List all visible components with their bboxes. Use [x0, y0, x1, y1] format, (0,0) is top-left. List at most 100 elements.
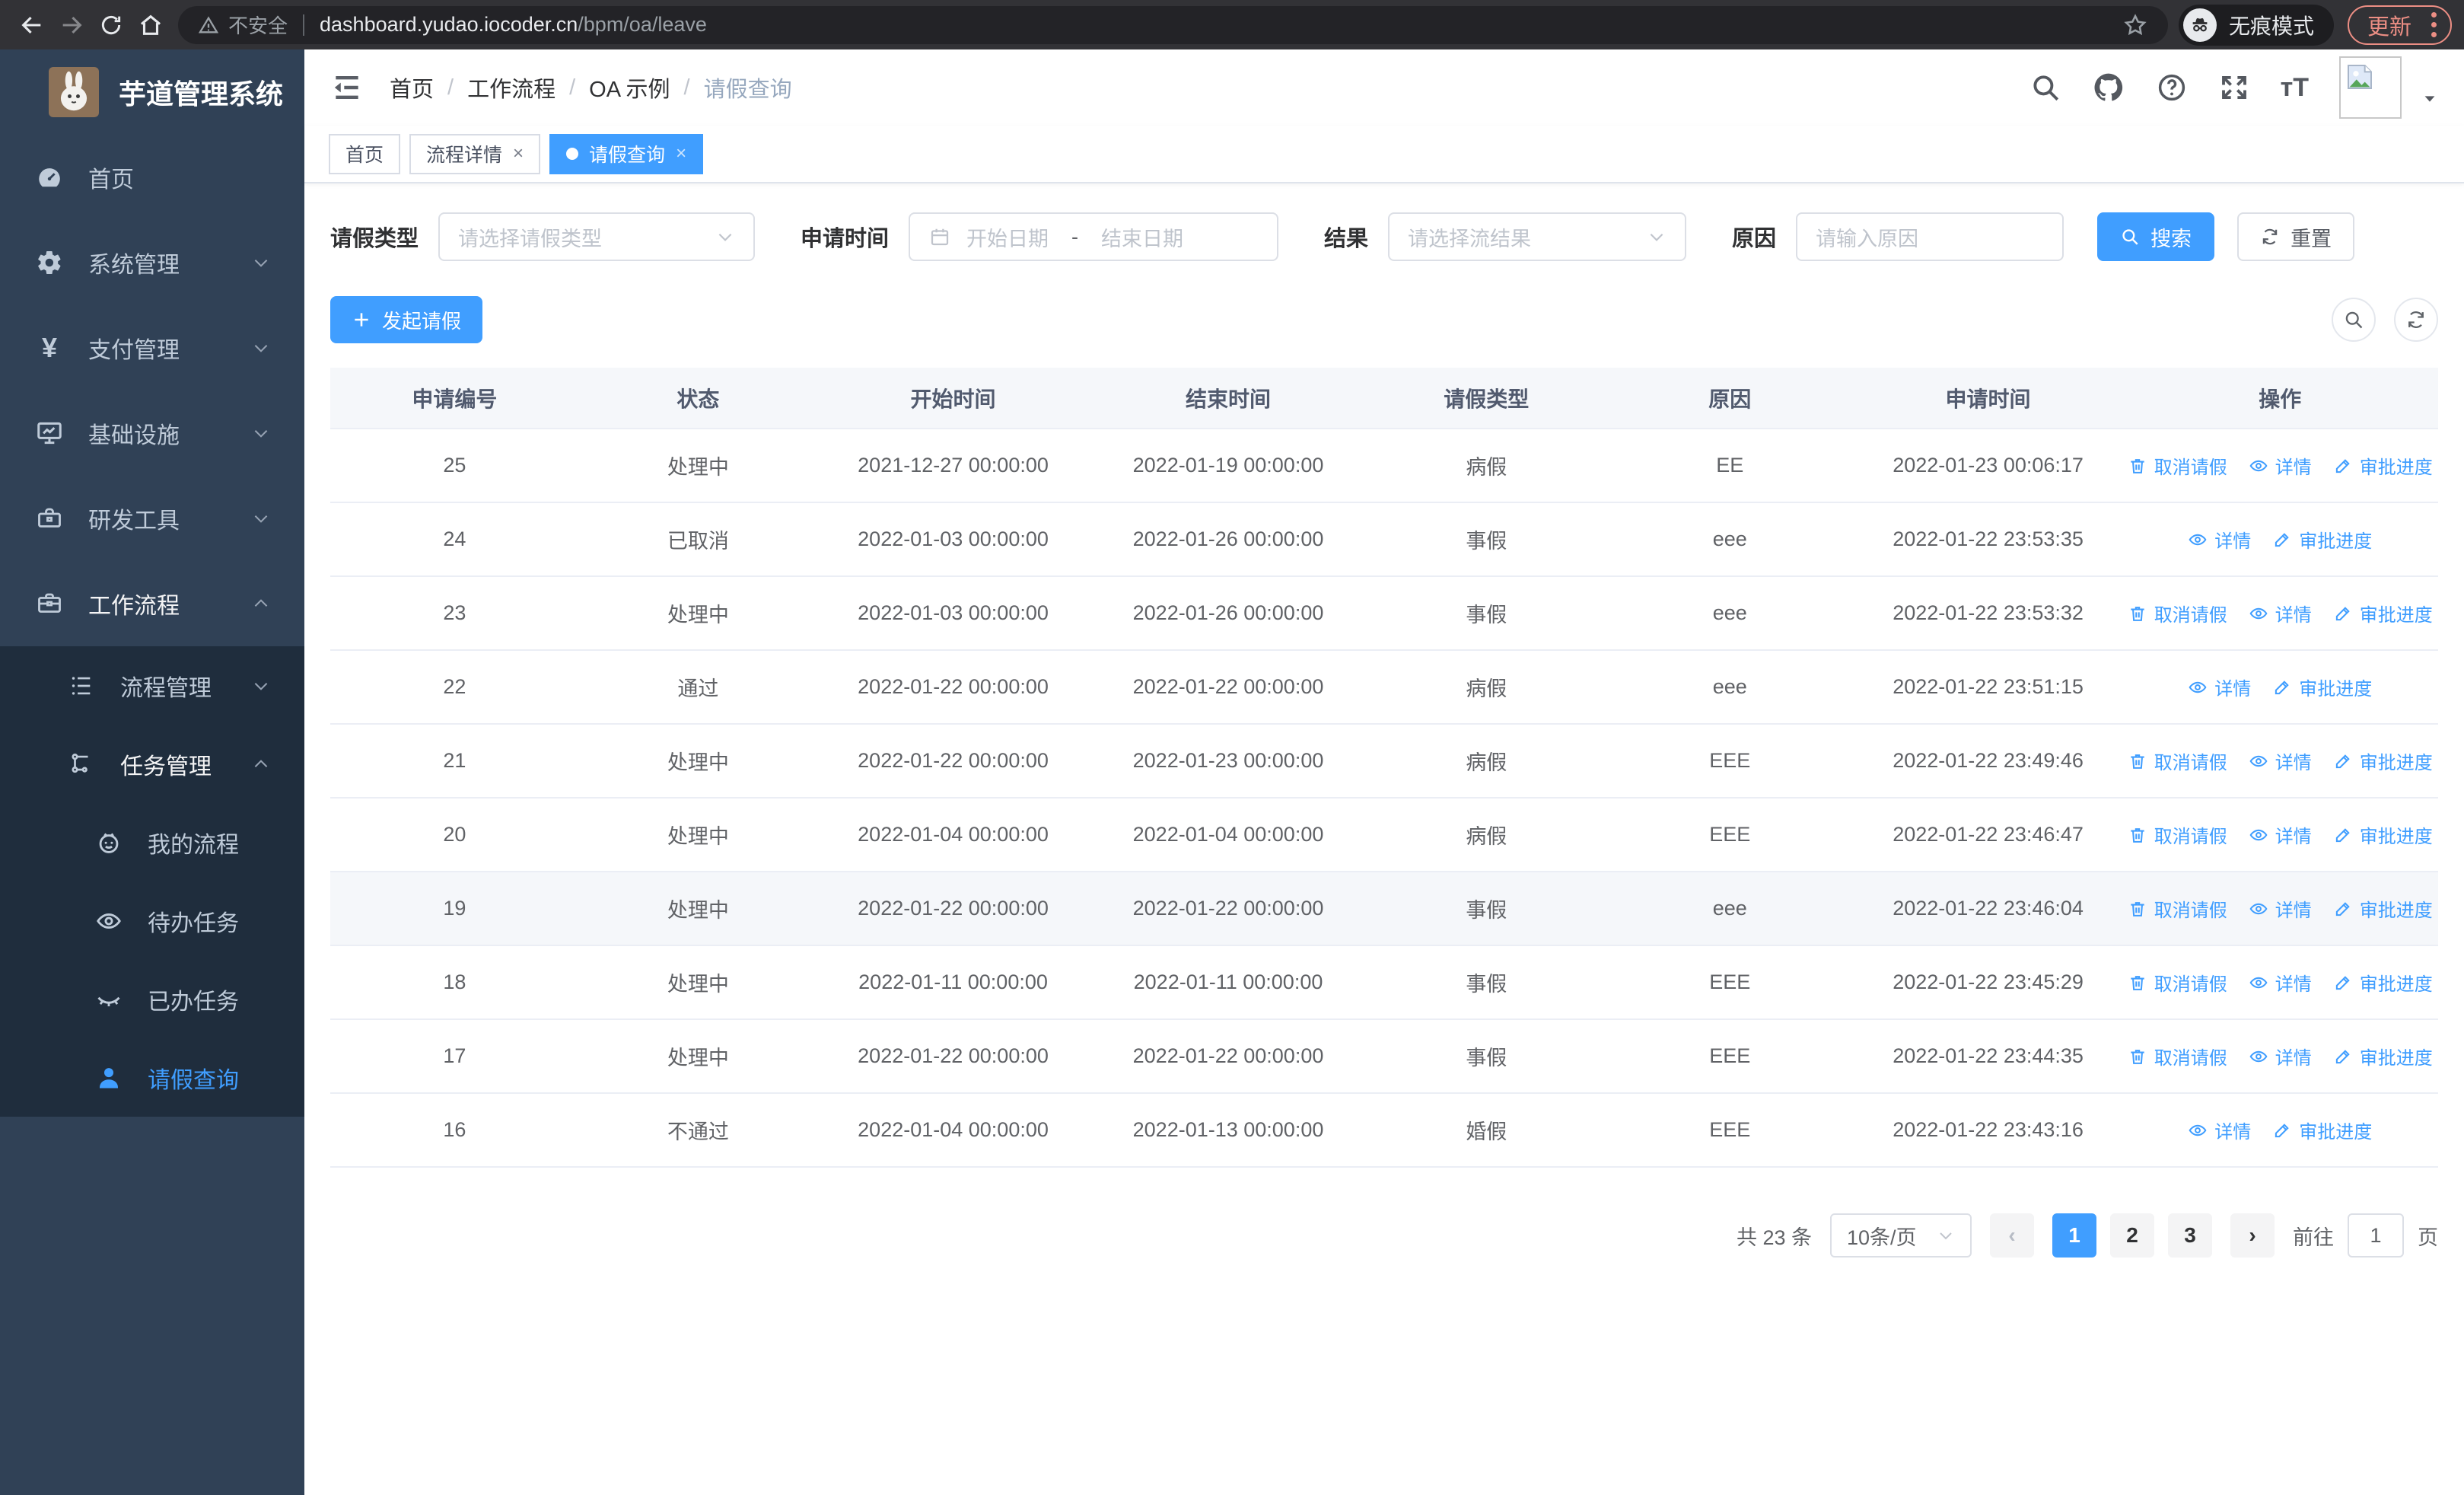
font-size-icon[interactable]: ᴛT — [2281, 73, 2309, 103]
cell-start: 2022-01-11 00:00:00 — [817, 945, 1090, 1020]
action-label: 取消请假 — [2154, 457, 2227, 478]
incognito-label: 无痕模式 — [2228, 14, 2314, 38]
breadcrumb-item[interactable]: 首页 — [390, 72, 434, 104]
tab-1[interactable]: 流程详情 × — [409, 133, 541, 174]
row-actions: 取消请假 详情 审批进度 — [2122, 895, 2438, 922]
cell-id: 21 — [330, 724, 579, 799]
browser-back-button[interactable] — [12, 5, 52, 45]
goto-page-input[interactable]: 1 — [2348, 1213, 2404, 1258]
action-detail-link[interactable]: 详情 — [2249, 821, 2312, 848]
action-detail-link[interactable]: 详情 — [2188, 1117, 2251, 1143]
action-cancel-link[interactable]: 取消请假 — [2128, 969, 2227, 996]
leave-type-select[interactable]: 请选择请假类型 — [438, 212, 756, 261]
page-button-1[interactable]: 1 — [2052, 1213, 2096, 1258]
address-bar[interactable]: 不安全 dashboard.yudao.iocoder.cn /bpm/oa/l… — [178, 5, 2168, 44]
sidebar-item-0[interactable]: 首页 — [0, 135, 304, 220]
table-row: 19 处理中 2022-01-22 00:00:00 2022-01-22 00:00… — [330, 872, 2438, 946]
reset-button[interactable]: 重置 — [2237, 212, 2355, 261]
search-icon[interactable] — [2029, 72, 2061, 104]
sidebar-item-3[interactable]: 基础设施 — [0, 390, 304, 476]
action-detail-link[interactable]: 详情 — [2249, 600, 2312, 626]
breadcrumb-item[interactable]: 工作流程 — [467, 72, 556, 104]
prev-page-button[interactable]: ‹ — [1990, 1213, 2034, 1258]
plus-icon — [355, 313, 368, 327]
breadcrumb-item[interactable]: OA 示例 — [589, 72, 670, 104]
avatar[interactable] — [2339, 56, 2402, 119]
trash-icon — [2128, 899, 2147, 919]
action-progress-link[interactable]: 审批进度 — [2333, 895, 2433, 922]
help-icon[interactable] — [2156, 72, 2188, 104]
action-detail-link[interactable]: 详情 — [2249, 748, 2312, 774]
page-button-3[interactable]: 3 — [2168, 1213, 2212, 1258]
search-button[interactable]: 搜索 — [2097, 212, 2215, 261]
action-progress-link[interactable]: 审批进度 — [2333, 748, 2433, 774]
avatar-caret-icon[interactable] — [2421, 91, 2438, 107]
action-cancel-link[interactable]: 取消请假 — [2128, 600, 2227, 626]
sidebar-item-4[interactable]: 研发工具 — [0, 476, 304, 561]
refresh-table-button[interactable] — [2394, 298, 2438, 342]
action-progress-link[interactable]: 审批进度 — [2272, 526, 2372, 553]
apply-time-range-picker[interactable]: 开始日期 - 结束日期 — [909, 212, 1279, 261]
sidebar-item-10[interactable]: 已办任务 — [0, 960, 304, 1038]
search-button-label: 搜索 — [2150, 227, 2192, 250]
action-progress-link[interactable]: 审批进度 — [2333, 600, 2433, 626]
action-detail-link[interactable]: 详情 — [2249, 895, 2312, 922]
result-placeholder: 请选择流结果 — [1408, 227, 1532, 250]
page-size-select[interactable]: 10条/页 — [1830, 1213, 1972, 1258]
next-page-button[interactable]: › — [2230, 1213, 2275, 1258]
apply-time-label: 申请时间 — [801, 227, 890, 251]
action-progress-link[interactable]: 审批进度 — [2333, 452, 2433, 479]
bookmark-star-icon[interactable] — [2122, 12, 2148, 38]
fullscreen-icon[interactable] — [2218, 72, 2250, 104]
action-detail-link[interactable]: 详情 — [2249, 452, 2312, 479]
reason-input[interactable]: 请输入原因 — [1796, 212, 2064, 261]
browser-forward-button[interactable] — [52, 5, 91, 45]
result-select[interactable]: 请选择流结果 — [1388, 212, 1687, 261]
sidebar-item-1[interactable]: 系统管理 — [0, 220, 304, 305]
action-label: 详情 — [2214, 679, 2252, 700]
browser-menu-icon[interactable] — [2428, 9, 2440, 40]
cell-status: 处理中 — [578, 872, 817, 946]
tab-2[interactable]: 请假查询 × — [549, 133, 704, 174]
action-cancel-link[interactable]: 取消请假 — [2128, 895, 2227, 922]
action-detail-link[interactable]: 详情 — [2249, 969, 2312, 996]
sidebar-item-6[interactable]: 流程管理 — [0, 646, 304, 725]
action-cancel-link[interactable]: 取消请假 — [2128, 1043, 2227, 1069]
action-label: 详情 — [2275, 605, 2312, 626]
sidebar-item-5[interactable]: 工作流程 — [0, 561, 304, 646]
browser-home-button[interactable] — [131, 5, 170, 45]
sidebar-item-11[interactable]: 请假查询 — [0, 1038, 304, 1117]
action-cancel-link[interactable]: 取消请假 — [2128, 748, 2227, 774]
action-detail-link[interactable]: 详情 — [2188, 674, 2251, 700]
action-cancel-link[interactable]: 取消请假 — [2128, 452, 2227, 479]
action-progress-link[interactable]: 审批进度 — [2272, 1117, 2372, 1143]
tab-0[interactable]: 首页 — [329, 133, 401, 174]
incognito-icon — [2182, 8, 2217, 42]
action-progress-link[interactable]: 审批进度 — [2333, 821, 2433, 848]
toggle-search-button[interactable] — [2332, 298, 2376, 342]
sidebar-item-7[interactable]: 任务管理 — [0, 725, 304, 803]
create-leave-button[interactable]: 发起请假 — [330, 296, 483, 343]
cell-apply_time: 2022-01-22 23:46:47 — [1854, 798, 2122, 872]
action-detail-link[interactable]: 详情 — [2249, 1043, 2312, 1069]
action-detail-link[interactable]: 详情 — [2188, 526, 2251, 553]
action-progress-link[interactable]: 审批进度 — [2272, 674, 2372, 700]
page-button-2[interactable]: 2 — [2110, 1213, 2154, 1258]
sidebar-item-9[interactable]: 待办任务 — [0, 881, 304, 960]
app-logo[interactable]: 芋道管理系统 — [0, 49, 304, 135]
action-label: 审批进度 — [2359, 753, 2433, 773]
sidebar-collapse-button[interactable] — [330, 71, 364, 104]
action-progress-link[interactable]: 审批进度 — [2333, 1043, 2433, 1069]
sidebar-item-label: 我的流程 — [148, 832, 239, 858]
sidebar-item-8[interactable]: 我的流程 — [0, 803, 304, 881]
action-progress-link[interactable]: 审批进度 — [2333, 969, 2433, 996]
sidebar-item-2[interactable]: ¥ 支付管理 — [0, 305, 304, 390]
close-icon[interactable]: × — [676, 145, 686, 163]
table-row: 24 已取消 2022-01-03 00:00:00 2022-01-26 00:00… — [330, 502, 2438, 577]
browser-reload-button[interactable] — [91, 5, 131, 45]
github-icon[interactable] — [2092, 71, 2125, 104]
trash-icon — [2128, 1047, 2147, 1066]
browser-update-button[interactable]: 更新 — [2347, 5, 2452, 45]
action-cancel-link[interactable]: 取消请假 — [2128, 821, 2227, 848]
close-icon[interactable]: × — [513, 145, 524, 163]
